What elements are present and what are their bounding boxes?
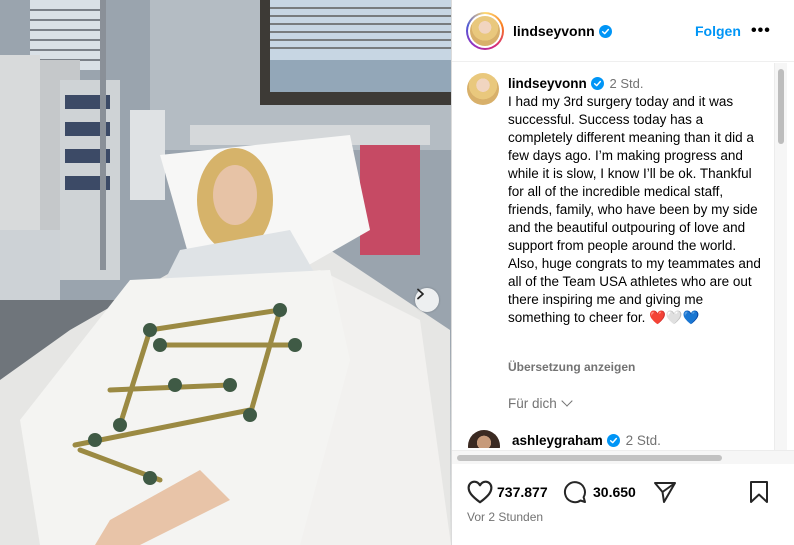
translate-link[interactable]: Übersetzung anzeigen <box>508 360 635 374</box>
like-count[interactable]: 737.877 <box>497 484 548 500</box>
for-you-dropdown[interactable]: Für dich <box>508 395 573 411</box>
chevron-down-icon <box>561 395 573 407</box>
comment-icon[interactable] <box>563 480 587 504</box>
white-heart-emoji: 🤍 <box>665 310 683 325</box>
verified-icon <box>606 434 620 447</box>
follow-button[interactable]: Folgen <box>695 23 741 39</box>
hospital-photo <box>0 0 451 545</box>
heart-icon[interactable] <box>467 480 493 504</box>
comment-count[interactable]: 30.650 <box>593 484 636 500</box>
comment-header: ashleygraham 2 Std. <box>512 433 661 448</box>
vertical-scrollbar[interactable] <box>774 63 787 450</box>
comment-avatar[interactable] <box>468 430 500 448</box>
caption-time[interactable]: 2 Std. <box>610 76 644 91</box>
chevron-right-icon <box>417 288 424 300</box>
author-username[interactable]: lindseyvonn <box>513 23 595 39</box>
scroll-thumb[interactable] <box>778 69 784 144</box>
verified-icon <box>598 25 612 38</box>
story-ring[interactable] <box>466 12 504 50</box>
horizontal-scrollbar[interactable] <box>452 450 794 464</box>
post-author[interactable]: lindseyvonn <box>513 23 612 39</box>
next-image-button[interactable] <box>415 288 439 312</box>
post-actions: 737.877 30.650 Vor 2 Stunden <box>452 465 794 545</box>
share-icon[interactable] <box>653 480 677 504</box>
bookmark-icon[interactable] <box>749 480 769 504</box>
comment-username[interactable]: ashleygraham <box>512 433 603 448</box>
more-options-icon[interactable]: ••• <box>751 22 771 40</box>
post-caption: lindseyvonn 2 Std. I had my 3rd surgery … <box>508 75 766 327</box>
red-heart-emoji: ❤️ <box>649 310 666 325</box>
avatar[interactable] <box>470 16 500 46</box>
caption-text: I had my 3rd surgery today and it was su… <box>508 94 761 325</box>
caption-avatar[interactable] <box>467 73 499 105</box>
comments-section: lindseyvonn 2 Std. I had my 3rd surgery … <box>452 63 774 448</box>
blue-heart-emoji: 💙 <box>682 310 700 325</box>
post-header: lindseyvonn Folgen ••• <box>452 0 794 62</box>
verified-icon <box>590 77 604 90</box>
post-image[interactable] <box>0 0 451 545</box>
caption-username[interactable]: lindseyvonn <box>508 76 587 91</box>
comment-time[interactable]: 2 Std. <box>626 433 661 448</box>
scroll-thumb[interactable] <box>457 455 722 461</box>
posted-time[interactable]: Vor 2 Stunden <box>467 510 543 524</box>
post-detail-panel: lindseyvonn Folgen ••• lindseyvonn 2 Std… <box>451 0 794 545</box>
for-you-label: Für dich <box>508 396 557 411</box>
instagram-post-modal: lindseyvonn Folgen ••• lindseyvonn 2 Std… <box>0 0 794 545</box>
